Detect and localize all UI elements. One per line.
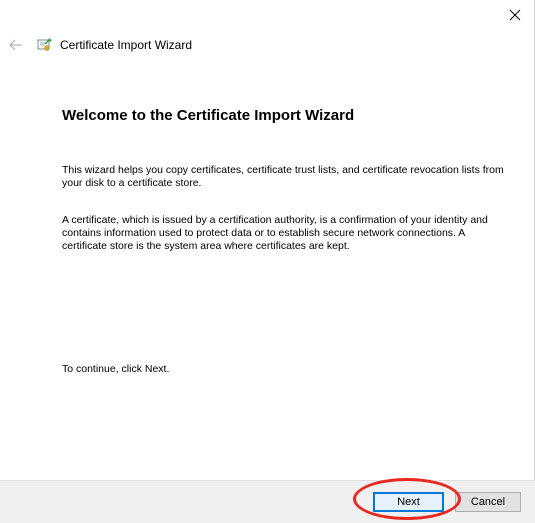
- certificate-description-paragraph: A certificate, which is issued by a cert…: [62, 214, 488, 252]
- wizard-title: Certificate Import Wizard: [60, 37, 193, 52]
- continue-instruction: To continue, click Next.: [62, 363, 170, 375]
- certificate-import-wizard-window: Certificate Import Wizard Welcome to the…: [0, 0, 535, 523]
- wizard-header: Certificate Import Wizard: [36, 36, 192, 53]
- next-button[interactable]: Next: [373, 492, 444, 512]
- back-button[interactable]: [6, 34, 26, 56]
- certificate-icon: [37, 38, 52, 51]
- page-title: Welcome to the Certificate Import Wizard: [62, 107, 355, 124]
- close-icon: [509, 9, 521, 21]
- cancel-button[interactable]: Cancel: [455, 492, 521, 512]
- back-arrow-icon: [9, 39, 22, 51]
- intro-paragraph: This wizard helps you copy certificates,…: [62, 164, 504, 189]
- close-button[interactable]: [500, 2, 530, 28]
- wizard-footer: Next Cancel: [0, 480, 535, 523]
